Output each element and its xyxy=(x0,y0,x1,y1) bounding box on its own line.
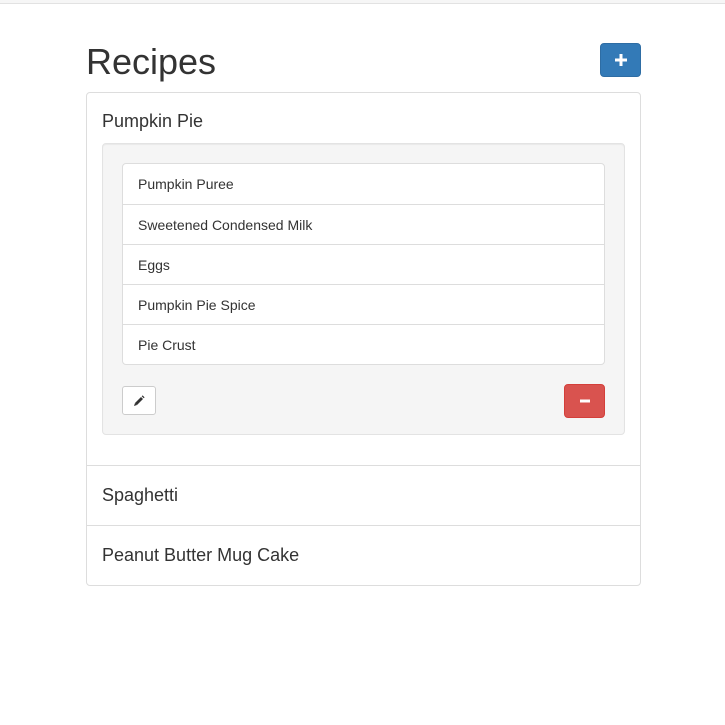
add-recipe-button[interactable] xyxy=(600,43,641,77)
ingredient-item: Pie Crust xyxy=(123,324,604,364)
recipe-name: Pumpkin Pie xyxy=(102,110,204,131)
recipe-accordion: Pumpkin Pie Pumpkin Puree Sweetened Cond… xyxy=(86,92,641,586)
ingredient-item: Pumpkin Puree xyxy=(138,176,234,192)
recipe-actions xyxy=(122,384,605,419)
recipe-panel: Pumpkin Pie Pumpkin Puree Sweetened Cond… xyxy=(87,93,640,465)
recipe-name: Peanut Butter Mug Cake xyxy=(102,545,300,565)
ingredient-item: Sweetened Condensed Milk xyxy=(123,204,604,244)
edit-recipe-button[interactable] xyxy=(122,386,156,415)
ingredient-item: Eggs xyxy=(123,244,604,284)
recipe-name: Spaghetti xyxy=(102,485,179,505)
page-title: Recipes xyxy=(86,41,217,82)
delete-recipe-button[interactable] xyxy=(564,384,605,418)
ingredient-item: Pumpkin Pie Spice xyxy=(123,284,604,324)
recipe-body: Pumpkin Puree Sweetened Condensed Milk E… xyxy=(87,143,640,465)
recipes-container: Recipes Pumpkin Pie Pumpkin Puree Sweete… xyxy=(86,0,641,586)
minus-icon xyxy=(579,398,591,404)
ingredients-well: Pumpkin Puree Sweetened Condensed Milk E… xyxy=(102,143,625,435)
page-header: Recipes xyxy=(86,0,641,92)
recipe-panel: Peanut Butter Mug Cake xyxy=(87,525,640,585)
ingredient-list: Pumpkin Puree Sweetened Condensed Milk E… xyxy=(122,163,605,365)
recipe-panel: Spaghetti xyxy=(87,465,640,525)
recipe-title-pumpkin-pie[interactable]: Pumpkin Pie xyxy=(87,93,640,143)
plus-icon xyxy=(614,53,628,67)
recipe-title-peanut-butter-mug-cake[interactable]: Peanut Butter Mug Cake xyxy=(87,526,640,585)
pencil-icon xyxy=(133,394,145,407)
recipe-title-spaghetti[interactable]: Spaghetti xyxy=(87,466,640,525)
